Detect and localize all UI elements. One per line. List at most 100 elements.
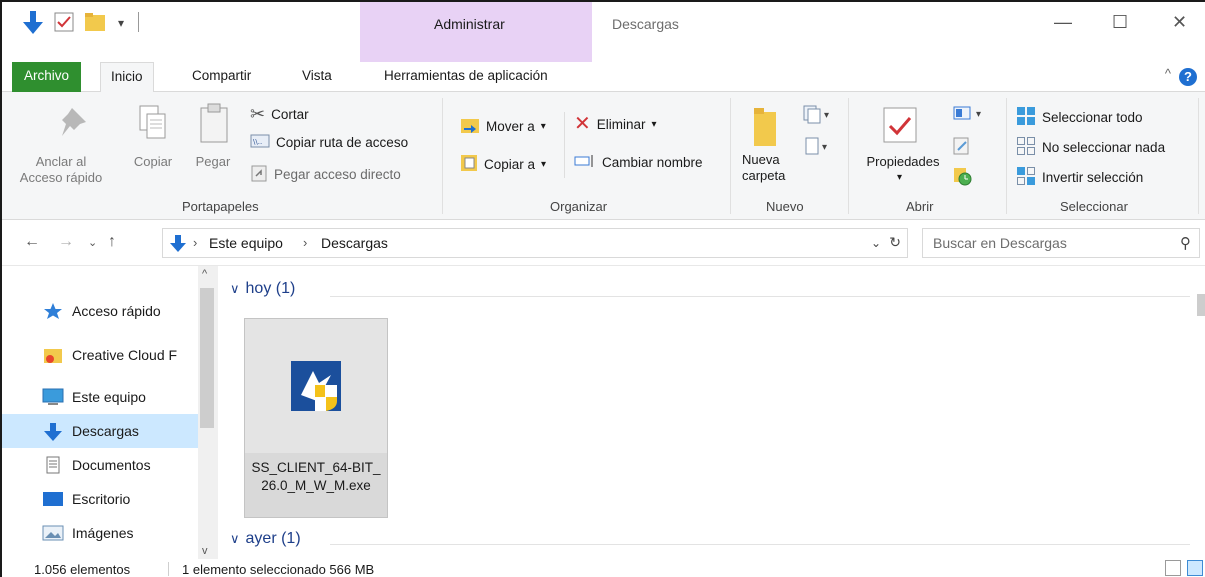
chevron-down-icon: ▾: [540, 121, 546, 132]
scrollbar-thumb[interactable]: [1197, 294, 1205, 316]
contextual-tab-group: Administrar: [360, 2, 592, 62]
new-folder-button[interactable]: Nueva carpeta: [742, 152, 798, 184]
nav-label: Creative Cloud F: [72, 347, 178, 363]
svg-text:▾: ▾: [824, 110, 829, 121]
properties-icon: [882, 106, 918, 147]
select-all-button[interactable]: Seleccionar todo: [1016, 106, 1143, 129]
nav-item-descargas[interactable]: Descargas: [2, 414, 198, 448]
delete-label: Eliminar: [596, 116, 646, 132]
tab-vista[interactable]: Vista: [292, 62, 342, 92]
back-arrow-icon[interactable]: ←: [24, 233, 40, 251]
chevron-down-icon[interactable]: ▾: [897, 172, 902, 183]
copy-to-label: Copiar a: [484, 157, 536, 172]
computer-icon: [42, 388, 64, 406]
group-header-ayer[interactable]: ∨ ayer (1): [230, 530, 301, 548]
refresh-icon[interactable]: ↻: [889, 234, 901, 251]
nav-item-documentos[interactable]: Documentos: [2, 448, 198, 482]
breadcrumb-chevron-icon: ›: [193, 235, 198, 250]
installer-shield-icon: [291, 361, 341, 414]
nav-item-imagenes[interactable]: Imágenes: [2, 516, 198, 550]
group-label-nuevo: Nuevo: [766, 199, 804, 214]
paste-shortcut-label: Pegar acceso directo: [274, 167, 401, 182]
nav-item-este-equipo[interactable]: Este equipo: [2, 380, 198, 414]
up-arrow-icon[interactable]: ↑: [108, 233, 116, 251]
copy-icon: [138, 104, 168, 145]
address-field[interactable]: › Este equipo › Descargas ⌄ ↻: [162, 228, 908, 258]
paste-button[interactable]: Pegar: [188, 154, 238, 170]
documents-icon: [42, 456, 64, 474]
nav-item-acceso-rapido[interactable]: Acceso rápido: [2, 294, 198, 328]
delete-button[interactable]: ✕ Eliminar ▾: [574, 114, 657, 134]
properties-button[interactable]: Propiedades: [858, 154, 948, 170]
edit-icon[interactable]: [952, 136, 972, 159]
recent-locations-icon[interactable]: ⌄: [88, 236, 97, 249]
properties-checkbox-icon[interactable]: [54, 12, 74, 35]
chevron-down-icon: ∨: [230, 281, 240, 296]
group-header-hoy[interactable]: ∨ hoy (1): [230, 280, 295, 298]
group-label-portapapeles: Portapapeles: [182, 199, 259, 214]
svg-text:\\..: \\..: [253, 138, 262, 146]
tab-compartir[interactable]: Compartir: [182, 62, 261, 92]
content-scrollbar[interactable]: [1193, 266, 1205, 559]
item-count: 1.056 elementos: [34, 562, 131, 577]
rename-button[interactable]: Cambiar nombre: [574, 154, 703, 171]
new-folder-icon[interactable]: [84, 12, 106, 35]
tab-archivo[interactable]: Archivo: [12, 62, 82, 92]
scroll-down-icon[interactable]: v: [202, 545, 208, 557]
breadcrumb-este-equipo[interactable]: Este equipo: [209, 235, 283, 251]
group-divider: [848, 98, 849, 214]
navigation-pane: Acceso rápido Creative Cloud F Este equi…: [2, 266, 218, 559]
open-icon[interactable]: ▾: [952, 104, 988, 125]
file-name: SS_CLIENT_64-BIT_26.0_M_W_M.exe: [251, 460, 381, 493]
easy-access-icon[interactable]: ▾: [802, 136, 832, 159]
download-icon[interactable]: [22, 10, 44, 39]
copy-path-button[interactable]: \\.. Copiar ruta de acceso: [250, 134, 408, 151]
move-to-button[interactable]: Mover a ▾: [460, 116, 546, 137]
help-icon[interactable]: ?: [1179, 68, 1197, 86]
chevron-down-icon: ∨: [230, 531, 240, 546]
chevron-down-icon: ▾: [541, 159, 547, 170]
cut-button[interactable]: ✂ Cortar: [250, 104, 309, 125]
copy-path-label: Copiar ruta de acceso: [276, 135, 409, 150]
nav-item-escritorio[interactable]: Escritorio: [2, 482, 198, 516]
copy-to-icon: [460, 154, 478, 175]
paste-shortcut-button[interactable]: Pegar acceso directo: [250, 164, 401, 185]
select-none-button[interactable]: No seleccionar nada: [1016, 136, 1165, 159]
forward-arrow-icon[interactable]: →: [58, 233, 74, 251]
large-icons-view-icon[interactable]: [1187, 560, 1203, 576]
minimize-button[interactable]: —: [1054, 12, 1072, 33]
invert-selection-button[interactable]: Invertir selección: [1016, 166, 1143, 189]
nav-item-creative-cloud[interactable]: Creative Cloud F: [2, 338, 198, 372]
tab-inicio[interactable]: Inicio: [100, 62, 154, 93]
copy-to-button[interactable]: Copiar a ▾: [460, 154, 546, 175]
explorer-window: ▾ Administrar Descargas — ☐ ✕ Archivo In…: [0, 0, 1205, 577]
desktop-icon: [42, 490, 64, 508]
customize-qa-dropdown-icon[interactable]: ▾: [118, 16, 124, 30]
breadcrumb-descargas[interactable]: Descargas: [321, 235, 388, 251]
nav-scrollbar[interactable]: ^ v: [198, 266, 218, 559]
scroll-up-icon[interactable]: ^: [202, 268, 207, 280]
pin-quick-access-button[interactable]: Anclar al Acceso rápido: [16, 154, 106, 186]
collapse-ribbon-icon[interactable]: ^: [1165, 66, 1171, 81]
search-icon: ⚲: [1180, 235, 1191, 252]
file-item-selected[interactable]: SS_CLIENT_64-BIT_26.0_M_W_M.exe: [244, 318, 388, 518]
history-icon[interactable]: [952, 166, 972, 189]
ribbon-tabs: Archivo Inicio Compartir Vista Herramien…: [2, 62, 1205, 93]
group-label-seleccionar: Seleccionar: [1060, 199, 1128, 214]
ribbon: Anclar al Acceso rápido Copiar Pegar ✂ C…: [2, 92, 1205, 220]
copy-button[interactable]: Copiar: [130, 154, 176, 170]
nav-label: Descargas: [72, 423, 139, 439]
title-bar: ▾ Administrar Descargas — ☐ ✕: [2, 2, 1205, 62]
scrollbar-thumb[interactable]: [200, 288, 214, 428]
scissors-icon: ✂: [250, 104, 266, 124]
maximize-button[interactable]: ☐: [1112, 12, 1128, 33]
view-switcher: [1165, 560, 1203, 576]
search-input[interactable]: Buscar en Descargas ⚲: [922, 228, 1200, 258]
status-divider: [168, 562, 169, 576]
close-button[interactable]: ✕: [1172, 12, 1187, 33]
address-dropdown-icon[interactable]: ⌄: [871, 236, 881, 250]
tab-herramientas-aplicacion[interactable]: Herramientas de aplicación: [374, 62, 558, 92]
new-item-icon[interactable]: ▾: [802, 104, 832, 127]
details-view-icon[interactable]: [1165, 560, 1181, 576]
copy-path-icon: \\..: [250, 134, 270, 151]
